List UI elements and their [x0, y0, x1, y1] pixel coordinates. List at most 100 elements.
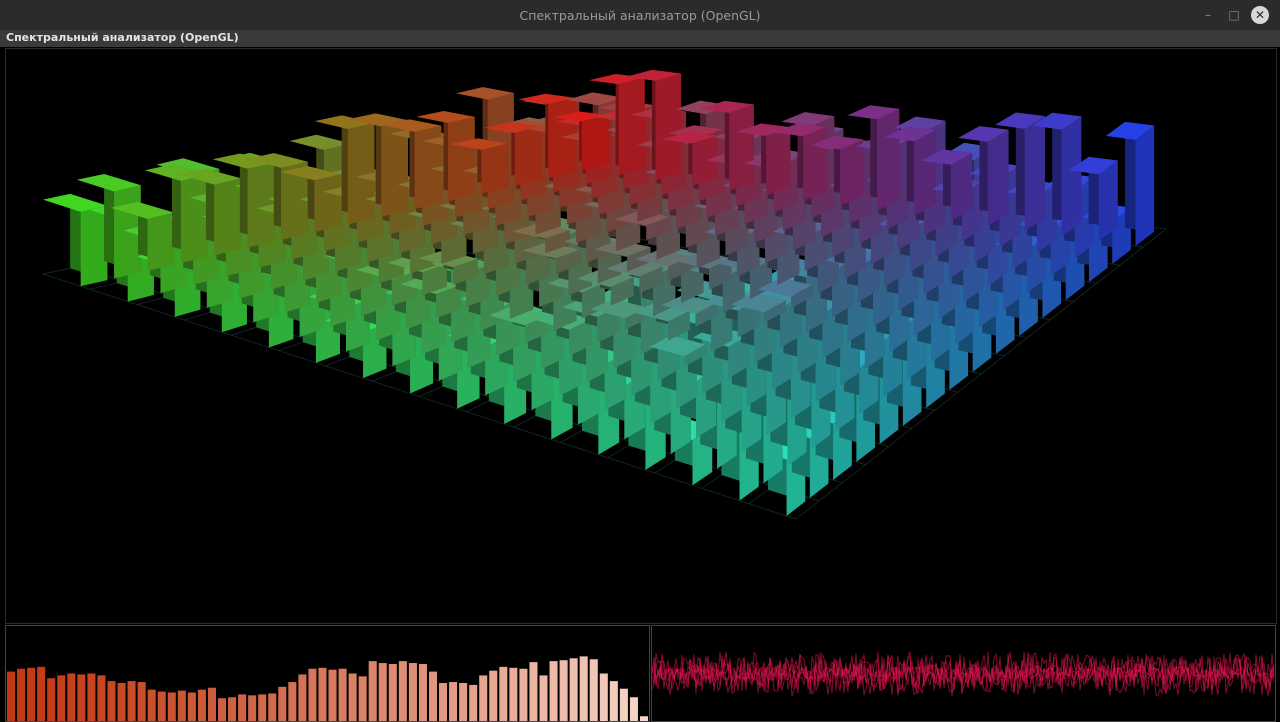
maximize-icon[interactable]: □	[1225, 6, 1243, 24]
spectrum-bar	[97, 675, 106, 721]
spectrum-bar	[388, 664, 397, 721]
spectrum-3d-bar-face	[877, 108, 900, 211]
waveform-panel	[651, 625, 1276, 722]
spectrum-bar	[619, 688, 628, 721]
spectrum-3d-bar-face	[481, 143, 509, 194]
spectrum-bar	[378, 663, 387, 721]
spectrum-bar	[248, 695, 257, 721]
spectrum-bar	[428, 671, 438, 721]
spectrum-bar	[589, 659, 598, 721]
spectrum-bar	[459, 683, 468, 721]
spectrum-3d-bar-face	[1061, 116, 1082, 236]
spectrum-bar	[37, 666, 46, 721]
spectrum-bar	[268, 693, 277, 721]
spectrum-bar	[529, 662, 538, 721]
spectrum-bar	[187, 692, 196, 721]
spectrum-bar	[147, 689, 156, 721]
spectrum-bar	[398, 661, 407, 721]
spectrum-bar	[278, 686, 287, 721]
spectrum-bar	[499, 666, 508, 721]
spectrum-3d-bar-face	[803, 126, 827, 201]
spectrum-bar	[157, 691, 166, 721]
spectrum-bar	[197, 689, 206, 721]
spectrum-bar	[177, 690, 186, 721]
spectrum-bar	[308, 668, 317, 721]
spectrum-bar	[47, 678, 56, 721]
spectrum-bar	[599, 673, 608, 721]
spectrum-bar	[298, 674, 307, 721]
spectrum-3d-bars	[43, 69, 1155, 516]
spectrum-3d-bar-face	[180, 174, 208, 264]
spectrum-bar	[579, 656, 588, 721]
spectrum-bar	[127, 681, 136, 721]
spectrum-bar	[449, 682, 458, 721]
spectrum-bar	[569, 658, 578, 721]
minimize-icon[interactable]: –	[1199, 6, 1217, 24]
window-title: Спектральный анализатор (OpenGL)	[519, 8, 761, 23]
spectrum-bar	[107, 681, 116, 721]
spectrum-3d-bar-face	[913, 130, 936, 216]
spectrum-bar	[348, 673, 357, 721]
spectrum-3d-bar-face	[581, 115, 609, 171]
spectrum-bar	[328, 669, 337, 721]
spectrum-bar	[539, 675, 548, 721]
window-titlebar[interactable]: Спектральный анализатор (OpenGL) – □ ✕	[0, 0, 1280, 31]
spectrum-3d-bar-face	[729, 104, 754, 191]
spectrum-bar	[639, 716, 648, 721]
spectrum-bar	[609, 681, 618, 721]
spectrum-bars-chart	[7, 656, 648, 721]
spectrum-bar	[439, 683, 448, 721]
spectrum-bar	[17, 668, 26, 721]
spectrum-3d-bar-face	[1098, 160, 1118, 242]
spectrum-bar	[258, 694, 267, 721]
spectrum-3d-bar-face	[514, 126, 542, 186]
spectrum-bar	[418, 664, 427, 721]
spectrum-bar	[87, 673, 96, 721]
spectrum-bar	[479, 675, 488, 721]
spectrum-bar	[57, 675, 66, 721]
spectrum-bar	[238, 694, 247, 721]
spectrum-bar	[7, 671, 16, 721]
opengl-viewport[interactable]	[5, 48, 1277, 624]
spectrum-bar	[368, 661, 377, 721]
panel-caption: Спектральный анализатор (OpenGL)	[0, 30, 1280, 47]
spectrum-bar	[318, 667, 327, 721]
spectrum-3d-bar-face	[766, 127, 791, 196]
spectrum-bar	[338, 668, 347, 721]
spectrum-bar	[167, 692, 176, 721]
spectrum-bar	[228, 697, 237, 721]
spectrum-3d-bar-face	[618, 77, 645, 176]
spectrum-bar	[408, 663, 417, 721]
panel-caption-text: Спектральный анализатор (OpenGL)	[6, 31, 239, 44]
spectrum-bar	[489, 670, 498, 721]
spectrum-bar	[629, 697, 638, 721]
spectrum-bar	[358, 676, 367, 721]
spectrum-bar	[27, 667, 36, 721]
spectrum-3d-bar-face	[147, 212, 175, 271]
spectrum-bar	[559, 660, 568, 721]
spectrum-bar	[137, 682, 146, 721]
spectrum-bar	[117, 683, 126, 721]
spectrum-bar	[549, 661, 558, 721]
waveform-chart	[652, 651, 1275, 697]
spectrum-3d-bar-face	[1024, 116, 1045, 231]
spectrum-3d-bar-face	[1135, 125, 1155, 247]
spectrum-bar	[77, 674, 86, 721]
spectrum-3d-bar-face	[987, 129, 1009, 226]
spectrum-bar	[217, 698, 227, 721]
spectrum-3d-bar-face	[655, 73, 682, 181]
spectrum-3d-bar-face	[80, 205, 108, 287]
spectrum-bar	[207, 687, 216, 721]
spectrum-3d-bar-face	[314, 174, 342, 233]
spectrum-3d-scene	[42, 69, 1167, 520]
spectrum-3d-bar-face	[840, 139, 864, 206]
spectrum-bars-panel	[5, 625, 650, 722]
spectrum-bar	[288, 682, 297, 721]
spectrum-3d-bar-face	[214, 178, 241, 256]
spectrum-3d-bar-face	[950, 153, 973, 221]
spectrum-bar	[519, 668, 528, 721]
spectrum-bar	[67, 673, 76, 721]
spectrum-bar	[509, 667, 518, 721]
close-icon[interactable]: ✕	[1251, 6, 1269, 24]
spectrum-bar	[469, 684, 478, 721]
